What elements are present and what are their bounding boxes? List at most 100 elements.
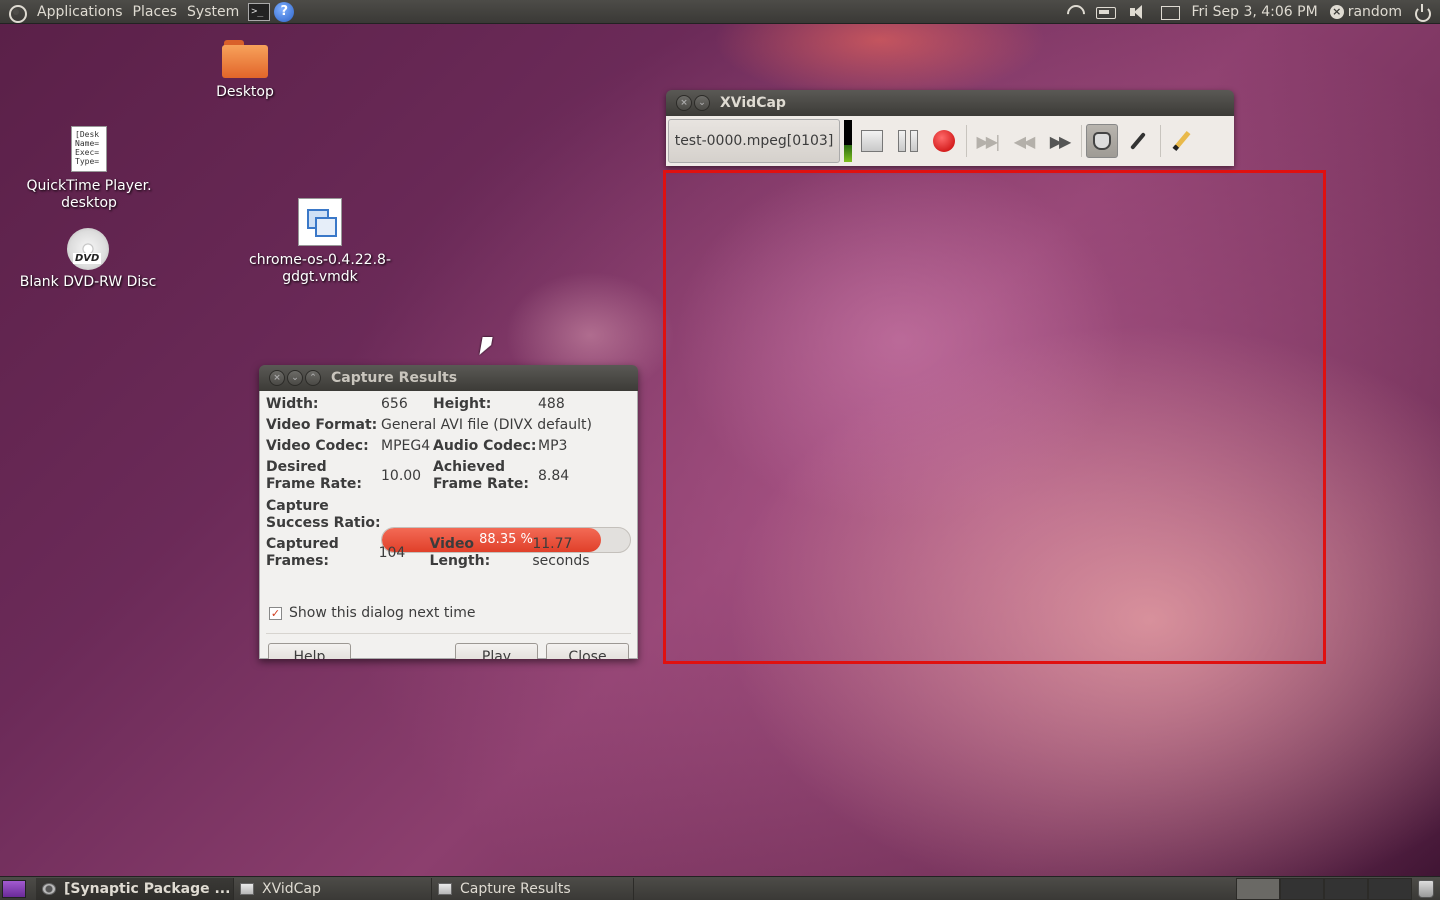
show-dialog-checkbox[interactable]: ✓ [269,606,282,620]
xvidcap-titlebar[interactable]: × ⌄ XVidCap [666,90,1234,116]
synaptic-icon [42,882,56,895]
desired-rate-value: 10.00 [381,467,422,484]
desktop-icon-label: QuickTime Player. desktop [26,178,152,211]
task-label: [Synaptic Package ... [64,880,231,897]
achieved-rate-label: Achieved Frame Rate: [433,459,529,492]
edit-preferences-button[interactable] [1165,124,1197,158]
dialog-titlebar[interactable]: × ⌄ ⌃ Capture Results [259,365,638,391]
ubuntu-logo-icon[interactable] [6,2,27,23]
pause-button[interactable] [892,124,924,158]
video-codec-value: MPEG4 [381,438,431,454]
menu-places[interactable]: Places [128,0,183,24]
workspace-4[interactable] [1368,877,1412,900]
menu-applications[interactable]: Applications [32,0,128,24]
terminal-launcher-icon[interactable]: >_ [248,2,271,21]
video-format-label: Video Format: [266,417,378,433]
workspace-2[interactable] [1280,877,1324,900]
taskbar-item-capture-results[interactable]: Capture Results [432,877,634,900]
dialog-separator [266,633,631,634]
video-codec-label: Video Codec: [266,438,369,454]
bottom-panel: [Synaptic Package ... XVidCap Capture Re… [0,876,1440,900]
stop-icon [861,130,883,152]
desktop-icon-label: Desktop [216,84,274,100]
maximize-window-icon[interactable]: ⌃ [305,370,321,386]
pencil-icon [1172,130,1190,152]
minimize-window-icon[interactable]: ⌄ [694,95,710,111]
battery-icon[interactable] [1095,4,1116,20]
height-value: 488 [538,396,565,412]
workspace-1[interactable] [1236,877,1280,900]
pause-icon [898,130,918,152]
frames-row: Captured Frames: 104 Video Length: 11.77… [266,536,632,570]
previous-file-button[interactable]: ◀◀ [1007,124,1039,158]
lock-frame-button[interactable] [1086,124,1118,158]
user-menu[interactable]: × random [1329,3,1402,20]
power-icon[interactable] [1414,3,1431,22]
close-button[interactable]: Close [546,643,629,659]
mail-icon[interactable] [1160,4,1180,20]
record-button[interactable] [928,124,960,158]
forward-file-button[interactable]: ▶▶ [1043,124,1075,158]
width-label: Width: [266,396,319,412]
close-window-icon[interactable]: × [676,95,692,111]
captured-frames-value: 104 [378,544,406,561]
user-name: random [1347,3,1402,20]
pipette-icon [1130,132,1146,150]
select-area-button[interactable] [1122,124,1154,158]
clock[interactable]: Fri Sep 3, 4:06 PM [1192,4,1318,20]
text-document-icon: [Desk Name= Exec= Type= [71,126,107,172]
menu-system[interactable]: System [182,0,244,24]
desktop-icon-dvd[interactable]: DVD Blank DVD-RW Disc [18,228,158,291]
video-format-row: Video Format: General AVI file (DIVX def… [266,417,632,434]
taskbar-item-synaptic[interactable]: [Synaptic Package ... [36,877,234,900]
video-length-value: 11.77 seconds [532,536,590,569]
skip-forward-icon: ▶▶| [976,131,1001,151]
workspace-switcher [1236,877,1412,900]
desired-rate-label: Desired Frame Rate: [266,459,362,492]
top-panel: Applications Places System >_ ? Fri Sep … [0,0,1440,24]
window-icon [240,882,254,895]
desktop-icon-vmdk[interactable]: chrome-os-0.4.22.8- gdgt.vmdk [246,198,394,286]
toolbar-separator [966,125,967,157]
desktop-icon-quicktime[interactable]: [Desk Name= Exec= Type= QuickTime Player… [22,126,156,212]
frame-rate-row: Desired Frame Rate: 10.00 Achieved Frame… [266,459,632,493]
workspace-3[interactable] [1324,877,1368,900]
rewind-icon: ◀◀ [1013,131,1036,151]
show-dialog-label: Show this dialog next time [289,605,476,621]
task-label: Capture Results [460,880,571,897]
play-button[interactable]: Play [455,643,538,659]
filename-button[interactable]: test-0000.mpeg[0103] [668,119,840,163]
fast-forward-icon: ▶▶ [1049,131,1072,151]
achieved-rate-value: 8.84 [538,467,570,484]
audio-codec-label: Audio Codec: [433,438,537,454]
folder-icon [222,40,268,78]
show-desktop-icon[interactable] [2,879,26,898]
wifi-icon[interactable] [1064,4,1084,20]
width-value: 656 [381,396,408,412]
record-icon [933,130,955,152]
audio-level-meter [844,120,852,162]
xvidcap-toolbar: test-0000.mpeg[0103] ▶▶| ◀◀ ▶▶ [666,116,1234,166]
dialog-body: Width: 656 Height: 488 Video Format: Gen… [259,391,638,659]
dvd-disc-icon: DVD [67,228,109,270]
trash-icon[interactable] [1418,879,1434,898]
close-window-icon[interactable]: × [269,370,285,386]
desktop-icon-desktop[interactable]: Desktop [210,40,280,101]
toolbar-separator [1160,125,1161,157]
dialog-title: Capture Results [331,370,458,386]
volume-icon[interactable] [1128,4,1148,20]
virtual-disk-icon [298,198,342,246]
stop-button[interactable] [856,124,888,158]
size-row: Width: 656 Height: 488 [266,396,632,413]
toolbar-separator [1081,125,1082,157]
show-dialog-option[interactable]: ✓ Show this dialog next time [269,605,475,621]
system-tray: Fri Sep 3, 4:06 PM × random [1064,3,1440,22]
video-format-value: General AVI file (DIVX default) [381,417,592,433]
mouse-cursor-icon [479,337,493,355]
task-label: XVidCap [262,880,321,897]
help-button[interactable]: Help [268,643,351,659]
help-launcher-icon[interactable]: ? [274,1,295,22]
minimize-window-icon[interactable]: ⌄ [287,370,303,386]
next-file-button[interactable]: ▶▶| [971,124,1003,158]
taskbar-item-xvidcap[interactable]: XVidCap [234,877,432,900]
